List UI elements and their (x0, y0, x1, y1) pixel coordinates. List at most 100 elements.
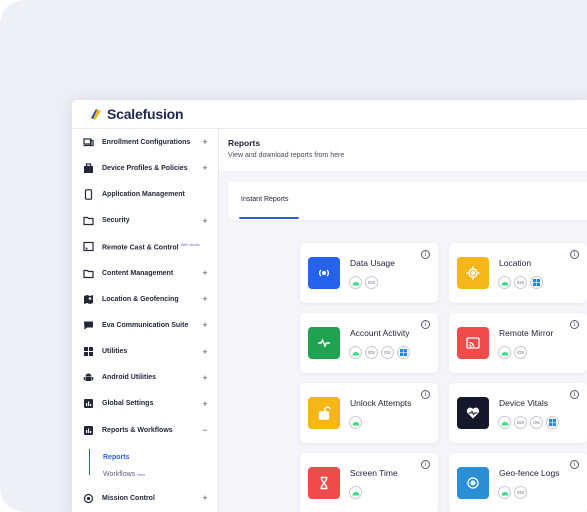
sidebar-item-android-utilities[interactable]: Android Utilities + (72, 365, 218, 391)
expand-icon[interactable]: + (200, 347, 210, 357)
expand-icon[interactable]: + (200, 399, 210, 409)
ios-icon: iOS (365, 276, 378, 289)
report-card-remote-mirror[interactable]: Remote Mirror i iOS (449, 313, 587, 373)
info-icon[interactable]: i (421, 320, 430, 329)
platform-badges (349, 416, 362, 429)
ios-icon: iOS (365, 346, 378, 359)
sidebar-item-utilities[interactable]: Utilities + (72, 339, 218, 365)
sidebar-item-reports-workflows[interactable]: Reports & Workflows − (72, 417, 218, 443)
android-icon (498, 276, 511, 289)
report-card-screen-time[interactable]: Screen Time i (300, 453, 438, 512)
report-card-title: Location (499, 258, 532, 268)
report-card-title: Device Vitals (499, 398, 548, 408)
sidebar-item-device-profiles-policies[interactable]: Device Profiles & Policies + (72, 155, 218, 181)
info-icon[interactable]: i (421, 390, 430, 399)
sidebar-item-label: Global Settings (102, 400, 154, 408)
collapse-icon[interactable]: − (200, 425, 210, 435)
report-card-account-activity[interactable]: Account Activity i iOS OS (300, 313, 438, 373)
report-card-geo-fence-logs[interactable]: Geo-fence Logs i iOS (449, 453, 587, 512)
android-icon (349, 486, 362, 499)
broadcast-icon (308, 257, 340, 289)
windows-icon (530, 276, 543, 289)
macos-icon: OS (381, 346, 394, 359)
sidebar-item-label: Security (102, 217, 130, 225)
tab-instant-reports[interactable]: Instant Reports (241, 196, 288, 203)
active-tab-indicator (239, 217, 299, 219)
ios-icon: iOS (514, 276, 527, 289)
briefcase-icon (83, 163, 94, 174)
info-icon[interactable]: i (421, 250, 430, 259)
sidebar-item-label: Reports & Workflows (102, 426, 173, 434)
sidebar-item-application-management[interactable]: Application Management (72, 181, 218, 207)
submenu-item-reports[interactable]: Reports (89, 449, 218, 466)
report-card-title: Unlock Attempts (350, 398, 412, 408)
geo-pin-icon (457, 467, 489, 499)
map-icon (83, 294, 94, 305)
active-submenu-indicator (89, 449, 90, 476)
report-card-unlock-attempts[interactable]: Unlock Attempts i (300, 383, 438, 443)
sidebar: Enrollment Configurations + Device Profile… (72, 129, 219, 512)
submenu-item-workflows[interactable]: Workflows New (89, 466, 218, 483)
sidebar-item-label: Utilities (102, 348, 128, 356)
android-icon (498, 486, 511, 499)
brand-name[interactable]: Scalefusion (107, 106, 184, 122)
sidebar-item-label: Eva Communication Suite (102, 321, 189, 329)
expand-icon[interactable]: + (200, 373, 210, 383)
report-card-title: Data Usage (350, 258, 395, 268)
sidebar-item-location-geofencing[interactable]: Location & Geofencing + (72, 286, 218, 312)
feature-badge: With Audio (180, 242, 200, 248)
report-card-title: Account Activity (350, 328, 410, 338)
sidebar-item-security[interactable]: Security + (72, 208, 218, 234)
page-header: Reports View and download reports from h… (219, 129, 587, 171)
sidebar-item-label: Remote Cast & Control With Audio (102, 242, 200, 252)
report-card-title: Screen Time (350, 468, 398, 478)
platform-badges: iOS OS (498, 416, 559, 429)
sidebar-item-label: Application Management (102, 190, 185, 198)
report-card-location[interactable]: Location i iOS (449, 243, 587, 303)
sidebar-item-eva-communication-suite[interactable]: Eva Communication Suite + (72, 312, 218, 338)
main-content: Reports View and download reports from h… (219, 129, 587, 512)
info-icon[interactable]: i (570, 320, 579, 329)
chat-icon (83, 320, 94, 331)
info-icon[interactable]: i (570, 460, 579, 469)
expand-icon[interactable]: + (200, 493, 210, 503)
grid-icon (83, 346, 94, 357)
logo-icon (89, 108, 102, 121)
sidebar-item-remote-cast-control[interactable]: Remote Cast & Control With Audio (72, 234, 218, 260)
page-title: Reports (228, 138, 261, 148)
platform-badges (349, 486, 362, 499)
expand-icon[interactable]: + (200, 320, 210, 330)
platform-badges: iOS (349, 276, 378, 289)
expand-icon[interactable]: + (200, 216, 210, 226)
sidebar-item-enrollment-configurations[interactable]: Enrollment Configurations + (72, 129, 218, 155)
expand-icon[interactable]: + (200, 137, 210, 147)
phone-icon (83, 189, 94, 200)
android-icon (83, 372, 94, 383)
android-icon (349, 416, 362, 429)
submenu-item-label: Workflows (103, 471, 136, 479)
expand-icon[interactable]: + (200, 163, 210, 173)
android-icon (498, 346, 511, 359)
macos-icon: OS (530, 416, 543, 429)
ios-icon: iOS (514, 416, 527, 429)
heart-pulse-icon (457, 397, 489, 429)
platform-badges: iOS (498, 486, 527, 499)
sidebar-item-label: Enrollment Configurations (102, 138, 191, 146)
target-icon (83, 493, 94, 504)
devices-icon (83, 137, 94, 148)
report-card-device-vitals[interactable]: Device Vitals i iOS OS (449, 383, 587, 443)
submenu-item-label: Reports (103, 454, 130, 462)
sidebar-item-global-settings[interactable]: Global Settings + (72, 391, 218, 417)
sidebar-submenu: Reports Workflows New (72, 449, 218, 483)
sidebar-item-label: Content Management (102, 269, 174, 277)
sidebar-item-mission-control[interactable]: Mission Control + (72, 485, 218, 511)
info-icon[interactable]: i (570, 250, 579, 259)
screen-cast-icon (457, 327, 489, 359)
expand-icon[interactable]: + (200, 268, 210, 278)
sidebar-item-content-management[interactable]: Content Management + (72, 260, 218, 286)
info-icon[interactable]: i (570, 390, 579, 399)
info-icon[interactable]: i (421, 460, 430, 469)
report-card-data-usage[interactable]: Data Usage i iOS (300, 243, 438, 303)
expand-icon[interactable]: + (200, 294, 210, 304)
app-window: Scalefusion Enrollment Configurations + De… (72, 100, 587, 512)
